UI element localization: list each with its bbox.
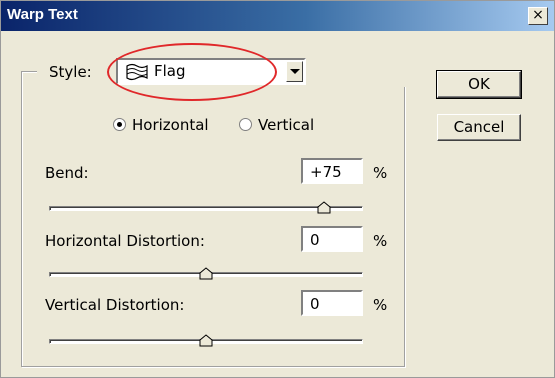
bend-input[interactable]: +75 <box>301 158 363 184</box>
close-icon: × <box>532 7 544 23</box>
warp-settings-group <box>21 71 405 367</box>
radio-vertical-label: Vertical <box>258 116 315 134</box>
radio-horizontal-indicator[interactable] <box>113 118 126 131</box>
close-button[interactable]: × <box>528 7 548 25</box>
chevron-down-icon <box>290 69 300 74</box>
flag-warp-icon <box>126 63 148 81</box>
style-dropdown-button[interactable] <box>286 61 303 82</box>
radio-horizontal[interactable]: Horizontal <box>113 116 209 134</box>
style-select[interactable]: Flag <box>116 58 306 85</box>
cancel-button[interactable]: Cancel <box>437 114 521 141</box>
radio-vertical[interactable]: Vertical <box>239 116 314 134</box>
warp-text-dialog: Warp Text × Style: Flag Horizontal Verti… <box>0 0 555 378</box>
horizontal-distortion-input[interactable]: 0 <box>301 226 363 252</box>
title-bar[interactable]: Warp Text × <box>1 1 554 31</box>
bend-unit: % <box>373 164 388 182</box>
vertical-distortion-label: Vertical Distortion: <box>45 296 185 314</box>
bend-slider-thumb[interactable] <box>317 201 331 214</box>
vertical-distortion-slider-thumb[interactable] <box>199 334 213 347</box>
horizontal-distortion-unit: % <box>373 232 388 250</box>
horizontal-distortion-label: Horizontal Distortion: <box>45 232 205 250</box>
horizontal-distortion-slider-thumb[interactable] <box>199 267 213 280</box>
vertical-distortion-input[interactable]: 0 <box>301 290 363 316</box>
radio-vertical-indicator[interactable] <box>239 118 252 131</box>
window-title: Warp Text <box>7 6 78 23</box>
bend-label: Bend: <box>45 164 89 182</box>
radio-horizontal-label: Horizontal <box>132 116 209 134</box>
style-label: Style: <box>49 63 92 81</box>
vertical-distortion-unit: % <box>373 296 388 314</box>
style-value: Flag <box>154 62 186 80</box>
ok-button[interactable]: OK <box>436 70 522 99</box>
